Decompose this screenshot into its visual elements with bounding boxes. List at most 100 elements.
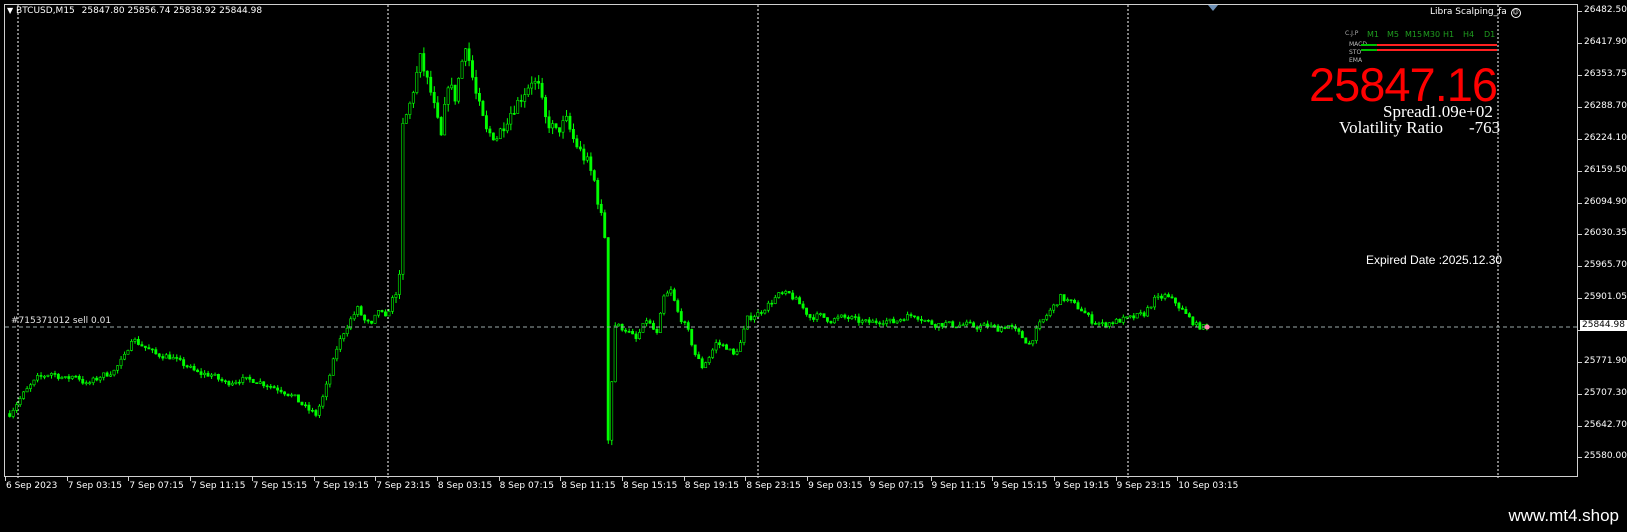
candle [1132,313,1136,321]
candle [686,320,690,332]
candle [60,375,64,380]
candle [578,140,582,152]
signal-bar [1361,49,1377,51]
candle [53,370,57,378]
price-tick [1578,457,1582,458]
candle [947,321,951,324]
candle [610,381,614,446]
candle [564,110,568,123]
candle [752,314,756,323]
candle [366,318,370,324]
candle [1017,327,1021,335]
candle [1107,322,1111,329]
candle [1163,292,1167,301]
shift-marker-icon[interactable] [1208,5,1218,11]
candle [484,110,488,133]
candle [912,315,916,319]
smiley-icon[interactable]: ☺ [1510,8,1521,18]
candle [996,323,1000,332]
candle [390,295,394,314]
candle [773,294,777,305]
candle [926,319,930,323]
candle [1174,297,1177,307]
time-tick-label: 8 Sep 23:15 [746,481,801,491]
candle [544,94,547,124]
candle [126,349,130,355]
price-tick-label: 25580.00 [1584,451,1627,461]
candle [1160,293,1163,301]
candle [819,312,822,317]
window-menu-icon[interactable]: ▼ [7,6,13,15]
candle [770,299,774,308]
candle [439,116,443,136]
candle [1100,319,1104,327]
candle [370,320,374,325]
timeframe-label: M1 [1367,30,1379,39]
candle [314,408,318,418]
candle [850,315,854,320]
candle [384,309,387,317]
candle [1080,306,1083,312]
candle [606,237,610,444]
candle [906,311,909,321]
candle [805,307,808,317]
candle [481,99,485,117]
candle [1156,293,1160,300]
candle [888,318,892,324]
candle [168,351,172,360]
candle [1135,313,1139,319]
candle [759,310,763,316]
candle [697,351,701,360]
candle [136,336,140,346]
candle [766,300,770,313]
candle [533,77,537,90]
price-tick [1578,138,1582,140]
candle [784,289,788,296]
candle [227,380,231,387]
order-line[interactable] [5,324,1579,330]
price-tick-label: 26224.10 [1584,132,1627,143]
price-tick [1578,362,1582,364]
chart-window[interactable]: ▼ BTCUSD,M15 25847.80 25856.74 25838.92 … [4,4,1579,478]
candle [300,401,304,406]
candle [829,320,833,325]
candle [634,331,638,342]
candle [88,380,92,386]
price-tick [1578,266,1582,268]
candle [919,315,923,324]
time-tick-label: 7 Sep 11:15 [191,481,246,491]
timeframe-label: M5 [1387,30,1399,39]
candle [777,292,781,299]
candle [234,379,238,385]
candle [638,328,641,340]
candle [554,123,558,130]
candle [1149,306,1153,310]
candle [679,308,683,324]
candle [230,380,234,386]
candle [460,59,464,79]
candle [1191,316,1195,327]
candle [70,375,74,380]
price-tick [1578,42,1582,44]
candle [585,152,589,163]
price-tick [1578,170,1582,172]
order-label[interactable]: #715371012 sell 0.01 [11,316,111,326]
candle [843,313,847,320]
candle [258,378,262,385]
time-tick-label: 8 Sep 03:15 [437,481,493,491]
candle [49,372,53,379]
candle [130,339,133,352]
candle [537,75,541,90]
candle [394,291,398,304]
candle [1038,319,1042,331]
candle [742,325,746,346]
candle [787,291,791,294]
candle [373,314,377,324]
ohlc-close: 25844.98 [219,6,263,16]
candle [119,356,123,369]
candle [704,361,708,369]
candle [603,209,607,239]
candle [613,322,617,383]
candle [377,310,380,318]
candle [223,379,227,385]
